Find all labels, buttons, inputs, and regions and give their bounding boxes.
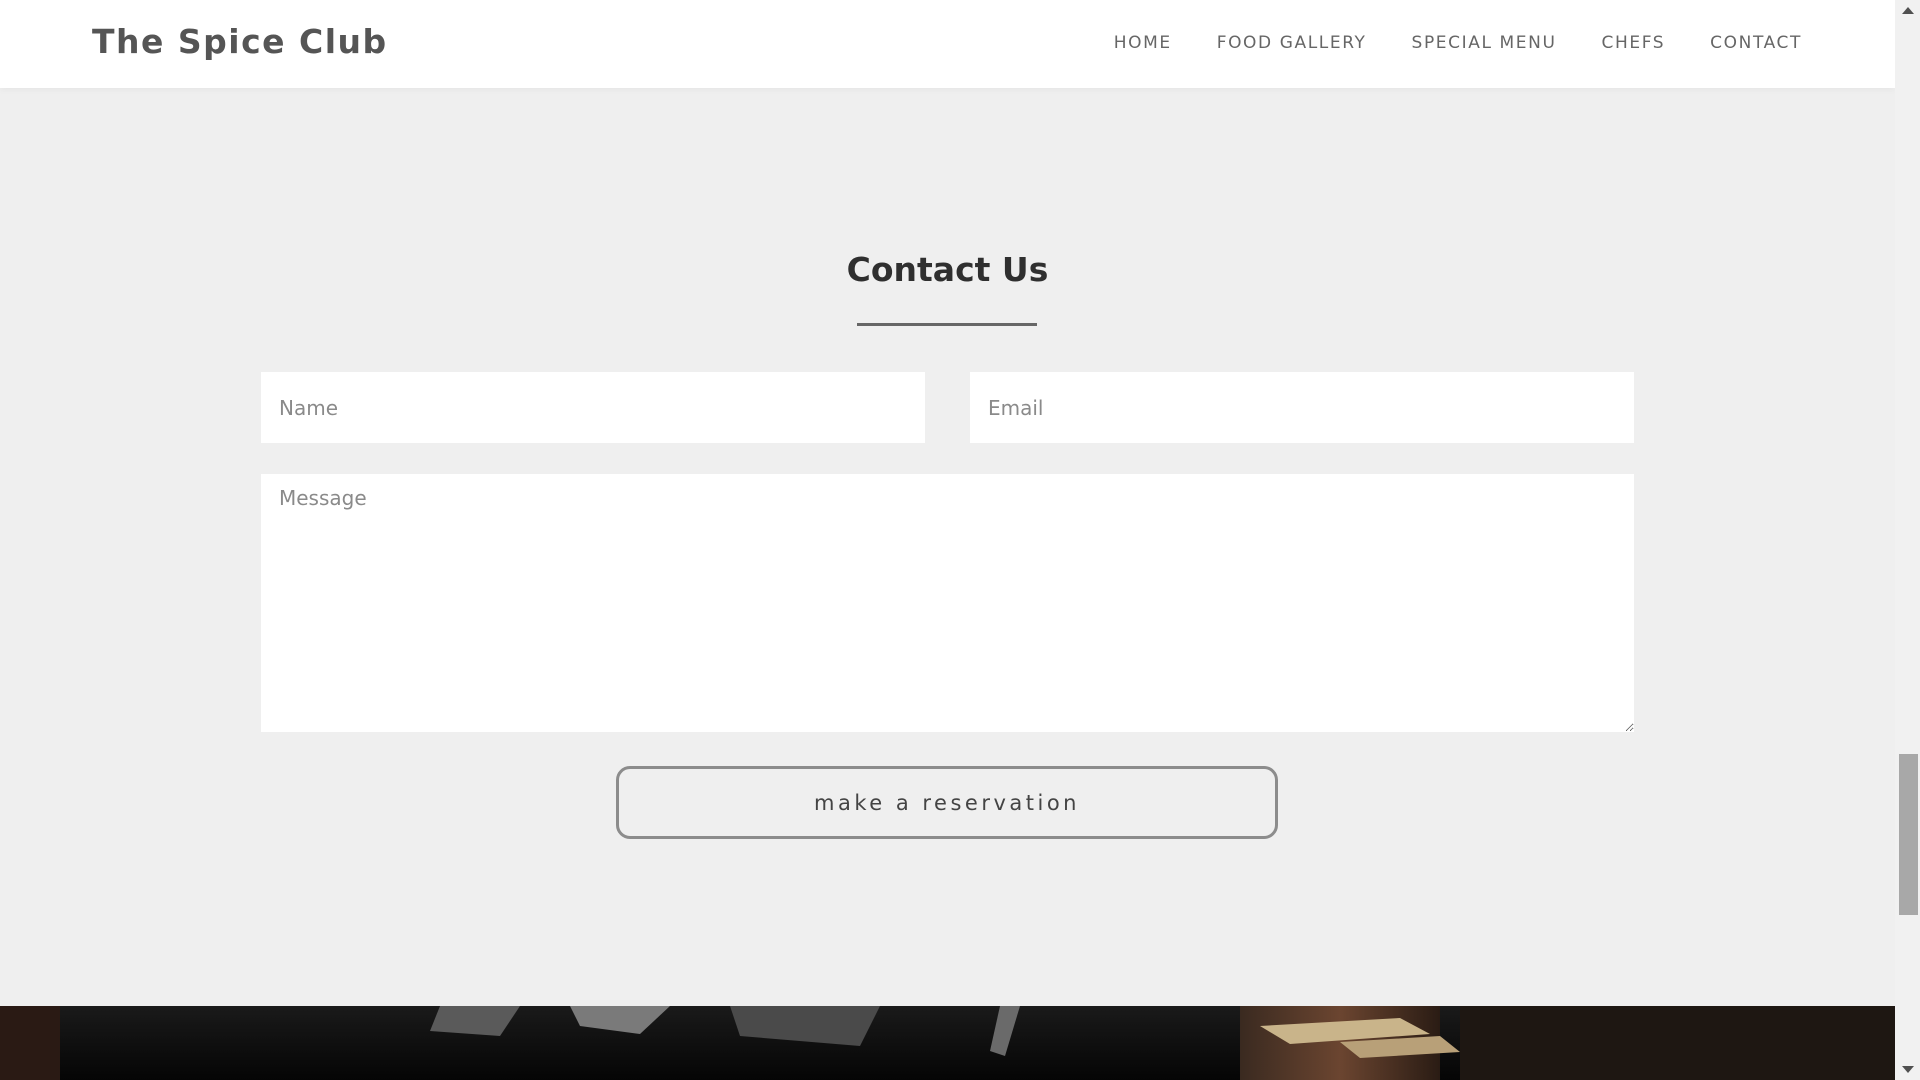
page-viewport: The Spice Club HOME FOOD GALLERY SPECIAL… <box>0 0 1895 1080</box>
nav-link-special-menu[interactable]: SPECIAL MENU <box>1412 33 1557 53</box>
message-textarea[interactable] <box>261 474 1634 732</box>
nav-link-food-gallery[interactable]: FOOD GALLERY <box>1217 33 1367 53</box>
email-input[interactable] <box>970 372 1634 443</box>
footer-background-image <box>0 1006 1895 1080</box>
nav-menu: HOME FOOD GALLERY SPECIAL MENU CHEFS CON… <box>1114 33 1802 53</box>
vertical-scrollbar[interactable] <box>1895 0 1920 1080</box>
nav-link-chefs[interactable]: CHEFS <box>1602 33 1666 53</box>
title-underline <box>857 323 1037 326</box>
contact-title: Contact Us <box>846 250 1049 289</box>
scrollbar-thumb[interactable] <box>1899 754 1918 915</box>
make-reservation-button[interactable]: make a reservation <box>616 766 1278 839</box>
scroll-down-arrow-icon[interactable] <box>1902 1066 1914 1073</box>
scroll-up-arrow-icon[interactable] <box>1902 7 1914 14</box>
restaurant-photo <box>0 1006 1895 1080</box>
nav-link-home[interactable]: HOME <box>1114 33 1172 53</box>
nav-link-contact[interactable]: CONTACT <box>1710 33 1802 53</box>
brand-logo[interactable]: The Spice Club <box>92 22 388 61</box>
navbar: The Spice Club HOME FOOD GALLERY SPECIAL… <box>0 0 1895 88</box>
name-input[interactable] <box>261 372 925 443</box>
